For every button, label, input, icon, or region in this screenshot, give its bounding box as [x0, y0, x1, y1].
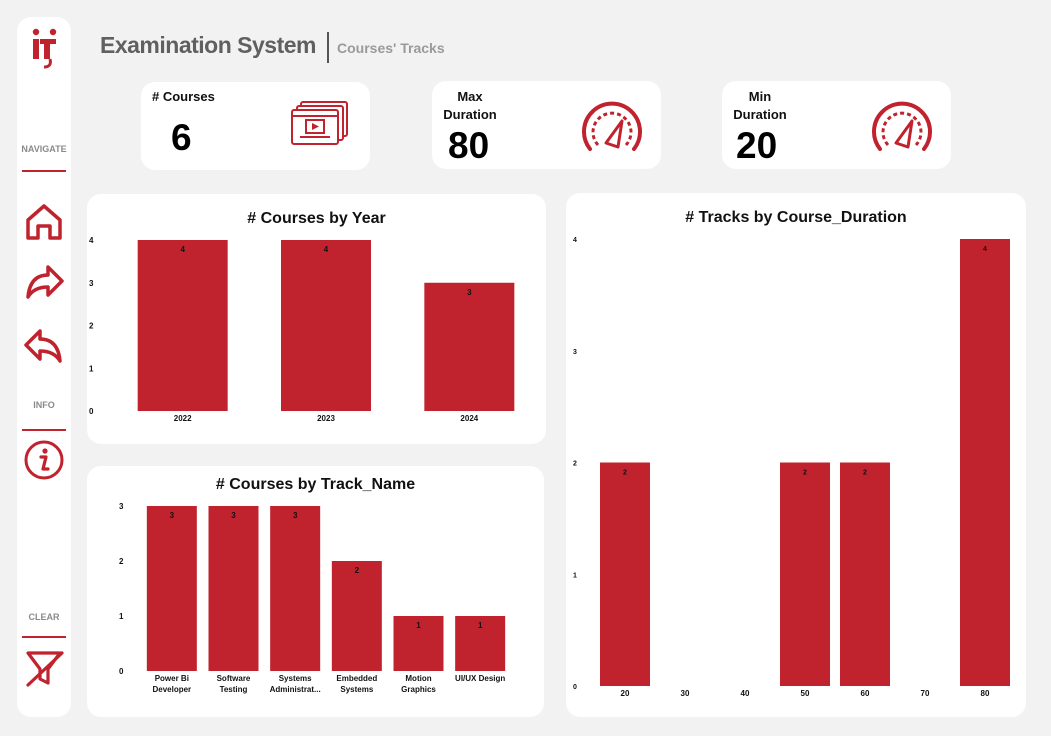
clear-divider — [22, 636, 66, 638]
x-tick-label: UI/UX Design — [455, 674, 505, 683]
x-tick-label: 40 — [741, 689, 750, 698]
kpi-courses-card: # Courses 6 — [141, 82, 370, 170]
x-tick-label: Systems — [340, 685, 373, 694]
courses-by-track-chart: 0 1 2 3 3 Power Bi Developer 3 Software Testing 3 S… — [119, 502, 505, 694]
kpi-min-value: 20 — [736, 125, 778, 166]
y-tick-label: 3 — [89, 279, 94, 288]
bar[interactable] — [840, 462, 890, 687]
bar[interactable] — [331, 561, 382, 671]
y-tick-label: 1 — [573, 572, 577, 579]
kpi-courses-value: 6 — [171, 117, 192, 158]
bar[interactable] — [270, 506, 321, 671]
courses-by-year-chart: 0 1 2 3 4 4 2022 4 2023 3 2024 — [89, 236, 515, 423]
data-label: 4 — [180, 245, 185, 254]
data-label: 3 — [293, 511, 298, 520]
kpi-max-card: Max Duration 80 — [432, 81, 661, 169]
y-tick-label: 3 — [573, 349, 577, 356]
x-tick-label: 2023 — [317, 414, 335, 423]
tracks-by-duration-chart: 0 1 2 3 4 2 20 30 40 2 50 2 60 70 4 80 — [573, 237, 1010, 698]
y-tick-label: 2 — [119, 557, 124, 566]
kpi-min-label-line1: Min — [748, 89, 772, 104]
gauge-icon — [582, 101, 642, 151]
title-separator — [327, 32, 329, 63]
x-tick-label: 50 — [801, 689, 810, 698]
y-tick-label: 0 — [89, 407, 94, 416]
data-label: 1 — [478, 621, 483, 630]
kpi-max-label-line2: Duration — [443, 107, 497, 122]
gauge-icon — [872, 101, 932, 151]
y-tick-label: 1 — [89, 364, 94, 373]
clear-label: CLEAR — [28, 612, 60, 622]
x-tick-label: 80 — [981, 689, 990, 698]
x-tick-label: 70 — [921, 689, 930, 698]
bar[interactable] — [780, 462, 830, 687]
x-tick-label: Software — [217, 674, 251, 683]
x-tick-label: Developer — [152, 685, 191, 694]
navigate-divider — [22, 170, 66, 172]
data-label: 2 — [623, 470, 627, 477]
data-label: 2 — [355, 566, 360, 575]
x-tick-label: 2024 — [460, 414, 478, 423]
video-course-icon — [291, 101, 348, 145]
kpi-courses-label: # Courses — [152, 89, 215, 104]
x-tick-label: 60 — [861, 689, 870, 698]
back-arrow-icon[interactable] — [22, 323, 66, 367]
home-icon[interactable] — [22, 200, 66, 244]
data-label: 4 — [983, 246, 987, 253]
x-tick-label: 20 — [621, 689, 630, 698]
data-label: 4 — [324, 245, 329, 254]
navigate-label: NAVIGATE — [21, 144, 67, 154]
x-tick-label: 30 — [681, 689, 690, 698]
x-tick-label: 2022 — [174, 414, 192, 423]
courses-by-track-card: # Courses by Track_Name 0 1 2 3 3 Power Bi Dev… — [87, 466, 544, 717]
x-tick-label: Administrat... — [270, 685, 321, 694]
y-tick-label: 0 — [119, 667, 124, 676]
bar[interactable] — [137, 240, 228, 411]
bar[interactable] — [600, 462, 650, 687]
y-tick-label: 4 — [89, 236, 94, 245]
info-icon[interactable] — [22, 438, 66, 482]
clear-filter-icon[interactable] — [22, 647, 66, 691]
data-label: 3 — [231, 511, 236, 520]
kpi-max-value: 80 — [448, 125, 490, 166]
courses-by-year-card: # Courses by Year 0 1 2 3 4 4 2022 4 2023 3 2024 — [87, 194, 546, 444]
bar[interactable] — [281, 240, 371, 411]
bar[interactable] — [208, 506, 259, 671]
y-tick-label: 4 — [573, 237, 577, 244]
x-tick-label: Embedded — [336, 674, 377, 683]
info-label: INFO — [33, 400, 55, 410]
x-tick-label: Systems — [279, 674, 312, 683]
forward-arrow-icon[interactable] — [22, 259, 66, 303]
info-divider — [22, 429, 66, 431]
data-label: 1 — [416, 621, 421, 630]
kpi-min-label-line2: Duration — [733, 107, 787, 122]
x-tick-label: Graphics — [401, 685, 436, 694]
kpi-min-label: Min Duration — [731, 88, 789, 124]
x-tick-label: Power Bi — [155, 674, 189, 683]
x-tick-label: Motion — [405, 674, 431, 683]
x-tick-label: Testing — [220, 685, 248, 694]
data-label: 3 — [170, 511, 175, 520]
data-label: 2 — [803, 470, 807, 477]
kpi-min-card: Min Duration 20 — [722, 81, 951, 169]
data-label: 2 — [863, 470, 867, 477]
y-tick-label: 2 — [573, 461, 577, 468]
iti-logo — [32, 28, 57, 69]
bar[interactable] — [146, 506, 197, 671]
bar[interactable] — [960, 239, 1010, 686]
y-tick-label: 1 — [119, 612, 124, 621]
y-tick-label: 2 — [89, 322, 94, 331]
y-tick-label: 3 — [119, 502, 124, 511]
kpi-max-label: Max Duration — [441, 88, 499, 124]
page-subtitle: Courses' Tracks — [337, 40, 445, 56]
data-label: 3 — [467, 288, 472, 297]
tracks-by-duration-card: # Tracks by Course_Duration 0 1 2 3 4 2 20 30 40… — [566, 193, 1026, 717]
bar[interactable] — [424, 282, 515, 411]
kpi-max-label-line1: Max — [457, 89, 483, 104]
y-tick-label: 0 — [573, 684, 577, 691]
sidebar: NAVIGATE INFO CLEAR — [17, 17, 71, 717]
page-title: Examination System — [100, 32, 316, 58]
